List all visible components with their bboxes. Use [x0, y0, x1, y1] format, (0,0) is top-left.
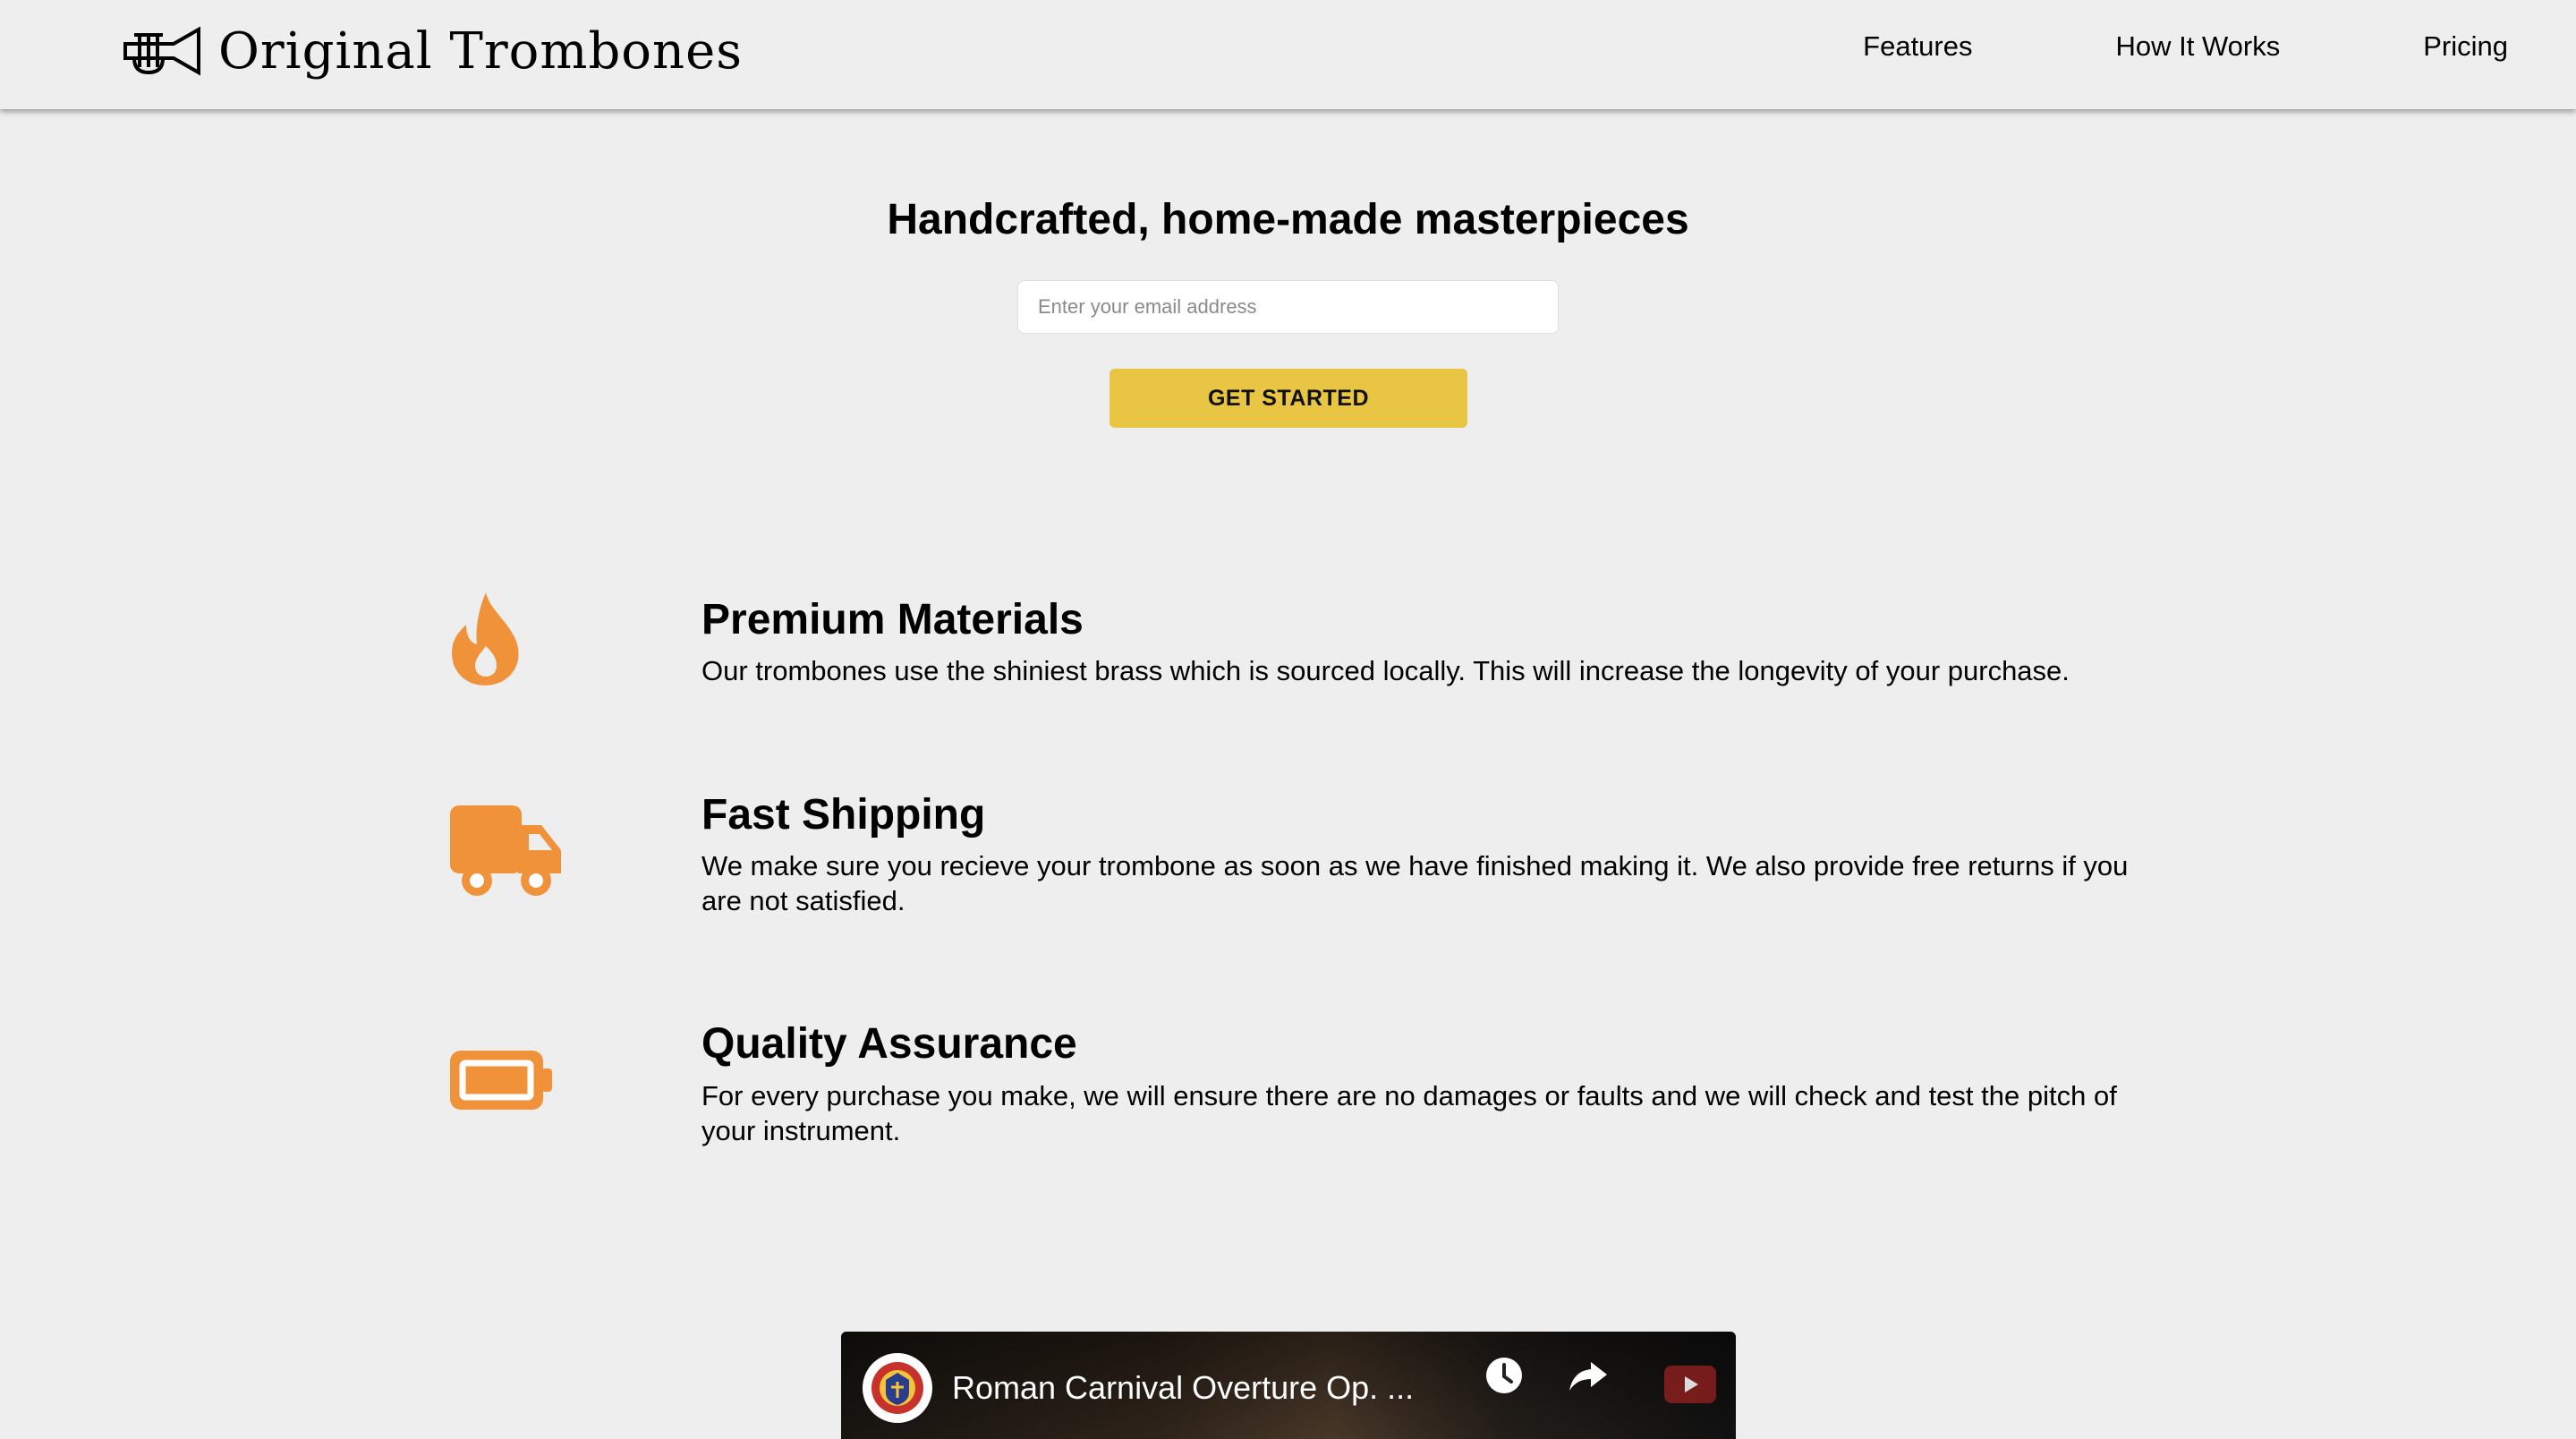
feature-title: Fast Shipping [701, 791, 986, 839]
feature-description: For every purchase you make, we will ens… [701, 1080, 2117, 1146]
feature-title: Quality Assurance [701, 1020, 1077, 1068]
embedded-video[interactable]: Roman Carnival Overture Op. ... [841, 1332, 1736, 1439]
channel-avatar[interactable] [863, 1353, 932, 1423]
video-title[interactable]: Roman Carnival Overture Op. ... [952, 1369, 1414, 1407]
trumpet-logo-icon [123, 26, 200, 76]
nav-link-features[interactable]: Features [1863, 30, 1972, 63]
feature-title: Premium Materials [701, 596, 1084, 643]
battery-icon [450, 1051, 552, 1110]
logo-text: Original Trombones [218, 21, 743, 81]
play-icon [1685, 1376, 1698, 1392]
nav-link-how-it-works[interactable]: How It Works [2116, 30, 2281, 63]
channel-crest-icon [871, 1362, 923, 1414]
site-header: Original Trombones Features How It Works… [0, 0, 2576, 109]
hero-title: Handcrafted, home-made masterpieces [887, 196, 1689, 243]
logo[interactable]: Original Trombones [122, 20, 743, 82]
youtube-logo-icon[interactable] [1664, 1366, 1716, 1403]
watch-later-icon[interactable] [1484, 1355, 1525, 1396]
email-input[interactable] [1017, 280, 1559, 334]
share-icon[interactable] [1568, 1355, 1609, 1396]
fire-icon [452, 592, 519, 685]
main-nav: Features How It Works Pricing [1863, 30, 2508, 63]
feature-description: Our trombones use the shiniest brass whi… [701, 655, 2070, 686]
nav-link-pricing[interactable]: Pricing [2423, 30, 2508, 63]
feature-description: We make sure you recieve your trombone a… [701, 850, 2129, 916]
truck-icon [450, 805, 561, 896]
get-started-button[interactable]: GET STARTED [1109, 369, 1467, 428]
